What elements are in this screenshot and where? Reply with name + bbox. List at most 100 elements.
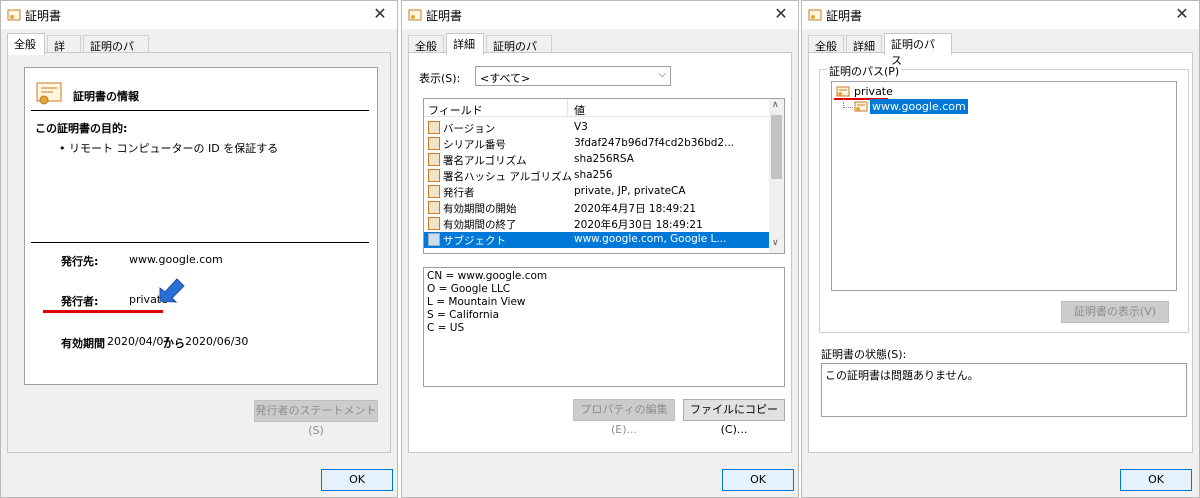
certificate-dialog-general: 証明書 ✕ 全般 詳細 証明のパス 証明書の情報 この証明書の目的: • リモー… [0, 0, 398, 498]
tab-panel: 証明書の情報 この証明書の目的: • リモート コンピューターの ID を保証す… [7, 52, 391, 453]
tab-general[interactable]: 全般 [7, 33, 45, 55]
close-icon[interactable]: ✕ [371, 5, 389, 23]
annotation-arrow-icon [159, 278, 185, 303]
field-value: 3fdaf247b96d7f4cd2b36bd2... [574, 137, 735, 149]
tab-details[interactable]: 詳細 [846, 35, 882, 53]
field-list[interactable]: フィールド 値 バージョン V3 シリアル番号 3fdaf247b96d7f4cd2… [423, 98, 785, 254]
field-icon [428, 153, 440, 166]
info-box: 証明書の情報 この証明書の目的: • リモート コンピューターの ID を保証す… [24, 67, 378, 385]
issuer-statement-button[interactable]: 発行者のステートメント(S) [254, 400, 378, 437]
title-bar: 証明書 ✕ [402, 1, 798, 29]
scroll-up-icon[interactable]: ∧ [772, 100, 779, 110]
status-text: この証明書は問題ありません。 [825, 369, 979, 382]
list-item[interactable]: 発行者 private, JP, privateCA [424, 184, 769, 200]
field-value: 2020年4月7日 18:49:21 [574, 203, 697, 215]
title-bar: 証明書 ✕ [1, 1, 397, 29]
field-name: サブジェクト [443, 235, 506, 247]
tab-cert-path[interactable]: 証明のパス [486, 35, 552, 69]
tab-general[interactable]: 全般 [808, 35, 844, 53]
field-value: private, JP, privateCA [574, 185, 686, 197]
col-field-header[interactable]: フィールド [428, 102, 483, 118]
list-item[interactable]: 署名アルゴリズム sha256RSA [424, 152, 769, 168]
tree-connector [843, 107, 853, 108]
annotation-underline [43, 310, 163, 313]
list-header: フィールド 値 [424, 99, 769, 117]
detail-line: L = Mountain View [427, 296, 526, 308]
field-name: 発行者 [443, 187, 475, 199]
root-cert-icon [836, 86, 850, 97]
edit-properties-button[interactable]: プロパティの編集(E)... [573, 399, 675, 436]
show-select[interactable]: <すべて> ⌵ [475, 66, 671, 86]
list-item[interactable]: バージョン V3 [424, 120, 769, 136]
issued-by-label: 発行者: [61, 295, 99, 308]
ok-button[interactable]: OK [722, 469, 794, 491]
window-title: 証明書 [25, 9, 62, 23]
field-value: sha256 [574, 169, 613, 181]
validity-label: 有効期間 [61, 337, 105, 350]
copy-to-file-button[interactable]: ファイルにコピー(C)... [683, 399, 785, 436]
certificate-icon [7, 9, 21, 21]
field-name: バージョン [443, 123, 496, 135]
validity-to: 2020/06/30 [185, 335, 249, 348]
list-item[interactable]: 署名ハッシュ アルゴリズム sha256 [424, 168, 769, 184]
field-icon [428, 121, 440, 134]
tab-general[interactable]: 全般 [408, 35, 444, 53]
col-value-header[interactable]: 値 [574, 102, 585, 118]
detail-line: C = US [427, 322, 465, 334]
detail-line: O = Google LLC [427, 283, 511, 295]
ok-button[interactable]: OK [1120, 469, 1192, 491]
tab-cert-path[interactable]: 証明のパス [83, 35, 149, 69]
tab-details[interactable]: 詳細 [446, 33, 484, 55]
status-textbox[interactable]: この証明書は問題ありません。 [821, 363, 1187, 417]
close-icon[interactable]: ✕ [772, 5, 790, 23]
certificate-large-icon [36, 82, 62, 105]
window-title: 証明書 [826, 9, 863, 23]
field-icon [428, 185, 440, 198]
title-bar: 証明書 ✕ [802, 1, 1199, 29]
info-heading: 証明書の情報 [73, 90, 139, 103]
validity-from: 2020/04/07 [107, 335, 171, 348]
list-item[interactable]: シリアル番号 3fdaf247b96d7f4cd2b36bd2... [424, 136, 769, 152]
ok-button[interactable]: OK [321, 469, 393, 491]
col-divider [567, 99, 568, 117]
path-root-node[interactable]: private [854, 85, 893, 98]
tab-panel: 証明のパス(P) private www.google.com 証明書の表示(V… [808, 52, 1193, 453]
chevron-down-icon: ⌵ [658, 69, 666, 80]
field-name: 署名アルゴリズム [443, 155, 527, 167]
field-value: sha256RSA [574, 153, 634, 165]
certificate-dialog-details: 証明書 ✕ 全般 詳細 証明のパス 表示(S): <すべて> ⌵ フィールド 値… [401, 0, 799, 498]
field-icon [428, 217, 440, 230]
detail-line: S = California [427, 309, 499, 321]
certificate-icon [808, 9, 822, 21]
scrollbar-thumb[interactable] [771, 115, 782, 179]
issued-to-value: www.google.com [129, 253, 223, 266]
field-name: 署名ハッシュ アルゴリズム [443, 171, 573, 183]
field-value: 2020年6月30日 18:49:21 [574, 219, 703, 231]
path-tree[interactable]: private www.google.com [831, 81, 1177, 291]
field-icon [428, 233, 440, 246]
validity-kara: から [163, 337, 185, 350]
field-icon [428, 137, 440, 150]
field-value: www.google.com, Google L... [574, 233, 727, 245]
tab-details[interactable]: 詳細 [47, 35, 81, 69]
list-item[interactable]: 有効期間の開始 2020年4月7日 18:49:21 [424, 200, 769, 216]
scroll-down-icon[interactable]: ∨ [772, 238, 779, 248]
path-leaf-node[interactable]: www.google.com [870, 99, 968, 114]
field-icon [428, 201, 440, 214]
list-item[interactable]: 有効期間の終了 2020年6月30日 18:49:21 [424, 216, 769, 232]
certificate-icon [408, 9, 422, 21]
detail-textbox[interactable]: CN = www.google.com O = Google LLC L = M… [423, 267, 785, 387]
detail-line: CN = www.google.com [427, 270, 548, 282]
vertical-scrollbar[interactable]: ∧ ∨ [769, 99, 784, 253]
view-certificate-button[interactable]: 証明書の表示(V) [1061, 301, 1169, 323]
list-item-selected[interactable]: サブジェクト www.google.com, Google L... [424, 232, 769, 248]
field-name: 有効期間の終了 [443, 219, 517, 231]
close-icon[interactable]: ✕ [1173, 5, 1191, 23]
field-icon [428, 169, 440, 182]
tab-cert-path[interactable]: 証明のパス [884, 33, 952, 67]
window-title: 証明書 [426, 9, 463, 23]
field-name: シリアル番号 [443, 139, 506, 151]
purpose-heading: この証明書の目的: [35, 122, 128, 135]
show-label: 表示(S): [419, 72, 461, 85]
field-value: V3 [574, 121, 588, 133]
